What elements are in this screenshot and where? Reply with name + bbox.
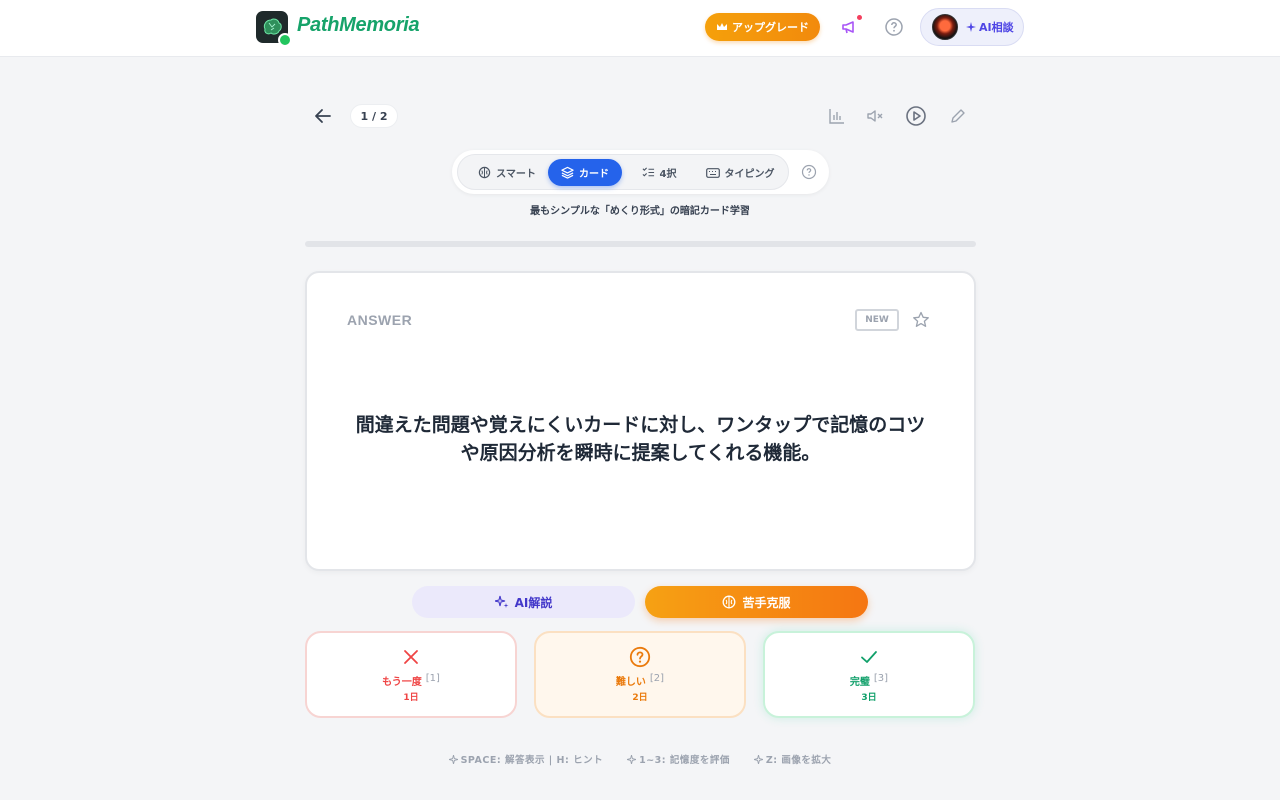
mode-tabs: スマート カード 4択 タイピング: [457, 154, 789, 190]
keyboard-shortcuts-hint: SPACE: 解答表示 | H: ヒント 1~3: 記憶度を評価 Z: 画像を拡…: [300, 752, 980, 766]
rate-perfect-key: [3]: [873, 673, 889, 684]
tab-four-choice[interactable]: 4択: [626, 159, 692, 186]
sparkle-icon: [448, 754, 458, 764]
help-icon: [801, 164, 817, 180]
stats-button[interactable]: [825, 104, 849, 128]
sparkle-icon: [494, 595, 509, 608]
brain-icon: [723, 595, 736, 609]
tab-smart-label: スマート: [496, 169, 536, 180]
help-circle-icon: [629, 646, 651, 668]
rate-hard-key: [2]: [649, 673, 665, 684]
rate-hard-button[interactable]: 難しい [2] 2日: [534, 631, 746, 718]
layers-icon: [561, 166, 574, 179]
mute-button[interactable]: [863, 104, 887, 128]
rate-hard-interval: 2日: [632, 693, 648, 703]
close-icon: [404, 650, 418, 664]
upgrade-label: アップグレード: [732, 21, 809, 34]
tab-typing-label: タイピング: [724, 169, 775, 180]
shortcut-zoom: Z: 画像を拡大: [765, 755, 832, 766]
rate-again-key: [1]: [425, 673, 440, 684]
ai-explain-label: AI解説: [514, 595, 553, 610]
checklist-icon: [642, 167, 654, 177]
rate-perfect-label: 完璧: [849, 677, 870, 688]
bar-chart-icon: [829, 109, 844, 124]
tab-typing[interactable]: タイピング: [694, 159, 786, 186]
shortcut-rate: 1~3: 記憶度を評価: [639, 755, 730, 766]
flashcard[interactable]: ANSWER NEW 間違えた問題や覚えにくいカードに対し、ワンタップで記憶のコ…: [305, 271, 976, 571]
ai-consult-label: AI相談: [979, 21, 1014, 34]
rate-perfect-interval: 3日: [861, 693, 877, 703]
edit-button[interactable]: [946, 104, 970, 128]
megaphone-icon: [842, 21, 854, 34]
overcome-weakness-button[interactable]: 苦手克服: [645, 586, 868, 618]
avatar: [932, 14, 958, 40]
back-button[interactable]: [311, 104, 335, 128]
rate-again-button[interactable]: もう一度 [1] 1日: [305, 631, 517, 718]
crown-icon: [717, 23, 727, 30]
tab-card-label: カード: [579, 169, 609, 180]
card-counter: 1 / 2: [350, 104, 398, 128]
volume-mute-icon: [867, 110, 883, 122]
help-icon: [885, 18, 903, 36]
keyboard-icon: [705, 167, 720, 178]
sparkle-icon: [753, 754, 763, 764]
top-bar: PathMemoria アップグレード AI相談: [0, 0, 1280, 57]
favorite-button[interactable]: [911, 310, 931, 330]
pencil-icon: [951, 109, 965, 123]
brand-name[interactable]: PathMemoria: [297, 14, 420, 37]
help-button[interactable]: [882, 15, 906, 39]
upgrade-button[interactable]: アップグレード: [705, 13, 820, 41]
check-icon: [861, 651, 877, 663]
mode-selector: スマート カード 4択 タイピング: [452, 150, 829, 194]
card-side-label: ANSWER: [347, 312, 413, 328]
mode-help-button[interactable]: [801, 164, 817, 180]
notification-dot: [857, 15, 862, 20]
logo-badge: [278, 33, 292, 47]
rate-again-interval: 1日: [403, 693, 419, 703]
play-circle-icon: [906, 106, 926, 126]
brain-icon: [478, 166, 491, 179]
shortcut-reveal: SPACE: 解答表示 | H: ヒント: [460, 755, 604, 766]
tab-smart[interactable]: スマート: [466, 159, 548, 186]
announcement-button[interactable]: [838, 15, 862, 39]
arrow-left-icon: [315, 109, 331, 123]
progress-bar: [305, 241, 976, 247]
app-logo[interactable]: [256, 11, 292, 47]
sparkle-icon: [966, 22, 976, 32]
ai-consult-button[interactable]: AI相談: [920, 8, 1024, 46]
rate-hard-label: 難しい: [615, 677, 646, 688]
card-answer-text: 間違えた問題や覚えにくいカードに対し、ワンタップで記憶のコツや原因分析を瞬時に提…: [355, 414, 926, 464]
tab-four-choice-label: 4択: [659, 169, 677, 180]
rate-perfect-button[interactable]: 完璧 [3] 3日: [763, 631, 975, 718]
sparkle-icon: [627, 754, 637, 764]
play-button[interactable]: [904, 104, 928, 128]
new-badge: NEW: [855, 309, 899, 331]
star-icon: [913, 311, 929, 327]
overcome-weakness-label: 苦手克服: [742, 595, 791, 610]
tab-card[interactable]: カード: [548, 159, 622, 186]
mode-description: 最もシンプルな「めくり形式」の暗記カード学習: [530, 206, 750, 217]
rate-again-label: もう一度: [382, 677, 422, 688]
ai-explain-button[interactable]: AI解説: [412, 586, 635, 618]
